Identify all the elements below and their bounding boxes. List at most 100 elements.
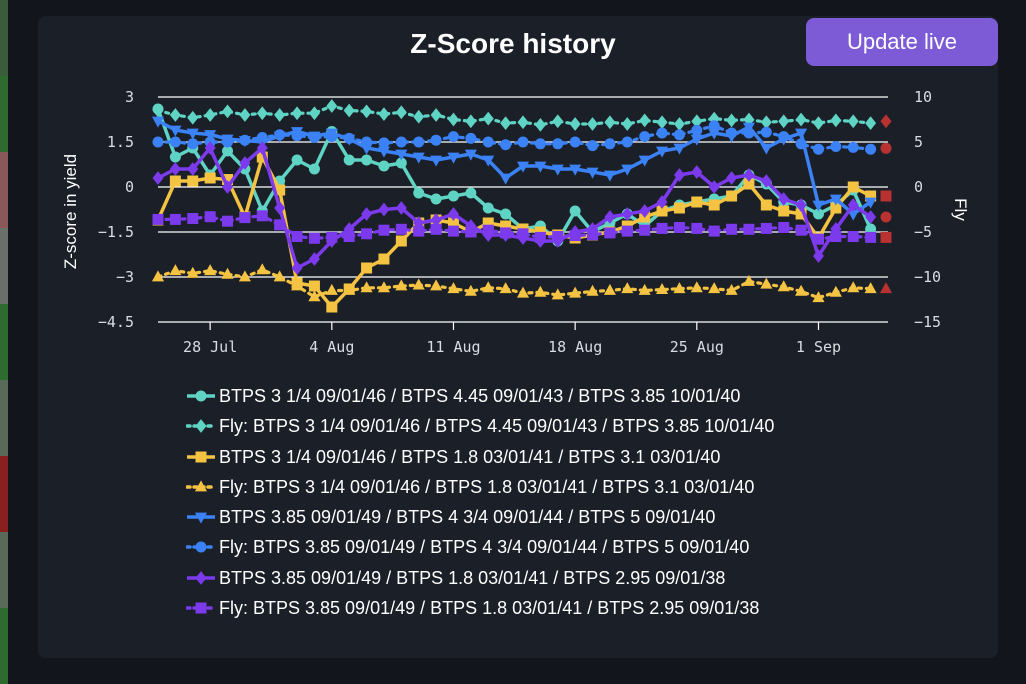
series-4-point (204, 264, 217, 276)
series-4-point (603, 283, 616, 295)
series-7-point (152, 171, 164, 185)
series-6-point (760, 126, 772, 138)
series-6-point (795, 138, 807, 150)
legend-swatch (186, 419, 216, 434)
legend-swatch (186, 602, 216, 614)
series-6-point (778, 131, 790, 143)
series-6-point (847, 141, 859, 153)
series-8-point (621, 225, 633, 237)
series-2-point (239, 108, 251, 122)
series-8-point (569, 230, 581, 242)
y-left-tick-label: 3 (125, 88, 134, 106)
series-2-point (291, 106, 303, 121)
y-right-tick-label: 10 (914, 88, 932, 106)
series-8-point (726, 223, 738, 235)
legend-swatch-marker (195, 570, 207, 585)
series-4-point (430, 279, 443, 291)
end-marker (879, 282, 893, 294)
legend-swatch (186, 541, 216, 553)
series-3-point (691, 196, 703, 208)
series-1-point (361, 154, 373, 166)
series-6-point (604, 138, 616, 150)
series-2-point (673, 117, 685, 131)
series-8-point (691, 222, 703, 234)
series-8-point (308, 232, 320, 244)
series-8-point (604, 227, 616, 239)
series-1-point (378, 160, 390, 172)
series-6-point (326, 131, 338, 143)
series-3-point (308, 280, 320, 292)
series-6-point (447, 131, 459, 143)
series-1-point (308, 163, 320, 175)
series-3-point (778, 205, 790, 217)
series-6-point (656, 127, 668, 139)
series-2-point (222, 104, 234, 119)
legend-label: BTPS 3.85 09/01/49 / BTPS 1.8 03/01/41 /… (219, 567, 726, 588)
legend-swatch (187, 390, 215, 402)
series-3-point (326, 301, 338, 313)
x-tick-label: 4 Aug (309, 338, 354, 356)
series-1-point (500, 208, 512, 220)
series-8-point (656, 222, 668, 234)
series-1-point (343, 154, 355, 166)
series-8-point (760, 222, 772, 234)
y-right-tick-label: −10 (914, 268, 941, 286)
series-8-point (673, 222, 685, 233)
series-4-point (847, 281, 860, 293)
series-2-point (430, 108, 442, 122)
series-4-point (777, 280, 790, 292)
series-8-point (343, 231, 355, 242)
legend-swatch-marker (195, 541, 207, 553)
legend-swatch-marker (195, 602, 207, 614)
series-2-point (865, 116, 877, 130)
series-4-point (516, 286, 530, 298)
series-1-point (413, 187, 425, 199)
series-8-point (795, 224, 807, 236)
y-right-tick-label: 0 (914, 178, 923, 196)
series-2-point (274, 108, 286, 122)
series-2-point (308, 106, 320, 121)
legend-swatch (187, 512, 215, 524)
series-2-point (378, 107, 390, 121)
series-2-point (169, 108, 181, 122)
legend-label: Fly: BTPS 3.85 09/01/49 / BTPS 4 3/4 09/… (219, 537, 750, 558)
series-2-point (778, 114, 790, 129)
series-8-point (830, 231, 842, 242)
series-8-point (865, 231, 877, 243)
series-7-point (169, 162, 181, 176)
series-8-point (222, 215, 234, 227)
series-6-point (673, 129, 685, 141)
series-8-point (517, 228, 529, 240)
series-4-point (690, 281, 703, 293)
legend-label: Fly: BTPS 3.85 09/01/49 / BTPS 1.8 03/01… (219, 598, 760, 619)
series-2-point (482, 111, 494, 126)
series-6-point (361, 136, 373, 148)
end-marker (880, 231, 892, 243)
series-4-point (256, 263, 269, 275)
series-1-point (569, 205, 581, 217)
series-8-point (239, 212, 251, 224)
series-4-point (829, 285, 842, 297)
series-2-point (395, 105, 407, 120)
series-3-point (673, 202, 685, 214)
series-2-point (656, 115, 668, 130)
series-5-point (430, 155, 443, 167)
series-8-point (395, 223, 407, 235)
series-4-point (708, 282, 721, 294)
legend-label: Fly: BTPS 3 1/4 09/01/46 / BTPS 4.45 09/… (219, 416, 775, 437)
series-7-point (621, 207, 633, 221)
x-tick-label: 18 Aug (548, 338, 602, 356)
series-8-point (552, 231, 564, 242)
series-2-point (204, 108, 216, 122)
series-2-point (187, 110, 199, 125)
series-2-point (552, 114, 564, 129)
x-tick-label: 25 Aug (670, 338, 724, 356)
series-2-point (569, 117, 581, 131)
series-1-point (291, 154, 303, 166)
series-8-point (256, 210, 268, 222)
series-8-point (447, 225, 459, 237)
series-6-point (187, 138, 199, 150)
series-2-point (256, 106, 268, 121)
series-2-point (621, 117, 633, 131)
series-6-point (239, 134, 251, 146)
